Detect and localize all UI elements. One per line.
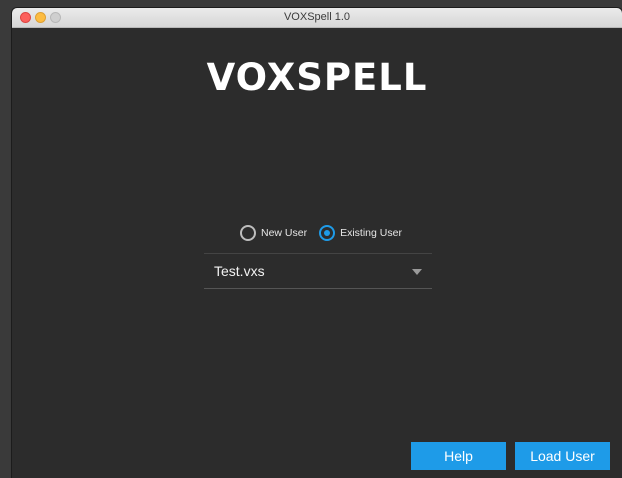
existing-user-label: Existing User <box>340 227 402 239</box>
existing-user-radio[interactable]: Existing User <box>319 225 402 241</box>
app-logo: VOXSPELL <box>206 56 428 99</box>
help-button[interactable]: Help <box>411 442 506 470</box>
radio-unselected-icon[interactable] <box>240 225 256 241</box>
load-user-button[interactable]: Load User <box>515 442 610 470</box>
new-user-radio[interactable]: New User <box>240 225 307 241</box>
user-file-select[interactable]: Test.vxs <box>204 253 432 289</box>
user-file-value: Test.vxs <box>214 263 265 279</box>
radio-selected-icon[interactable] <box>319 225 336 241</box>
user-mode-radio-group: New User Existing User <box>240 224 414 242</box>
new-user-label: New User <box>261 227 308 239</box>
app-window: VOXSpell 1.0 VOXSPELL New User Existing … <box>12 8 622 478</box>
window-title: VOXSpell 1.0 <box>283 11 351 23</box>
title-bar[interactable]: VOXSpell 1.0 <box>12 8 622 28</box>
chevron-down-icon[interactable] <box>412 269 422 275</box>
